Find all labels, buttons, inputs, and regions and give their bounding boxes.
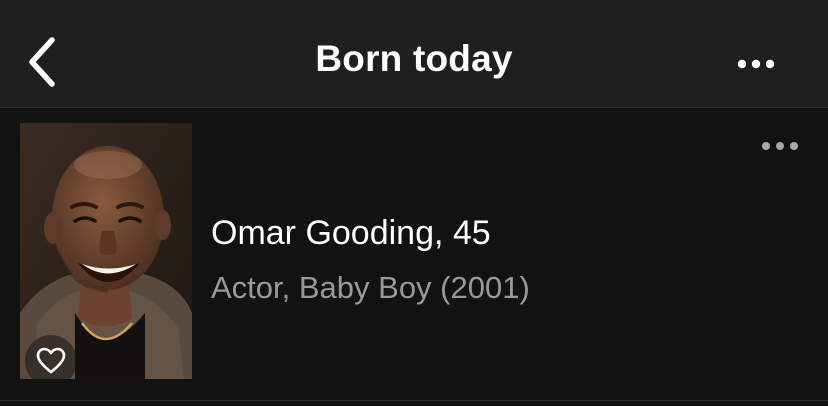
item-more-options-button[interactable] xyxy=(752,132,808,160)
list-item[interactable]: Omar Gooding, 45 Actor, Baby Boy (2001) xyxy=(0,108,828,394)
more-horizontal-icon xyxy=(762,142,798,150)
divider xyxy=(0,400,828,401)
born-today-screen: Born today Omar Gooding, 45 Actor, Baby … xyxy=(0,0,828,406)
more-horizontal-icon xyxy=(737,59,775,69)
page-title: Born today xyxy=(315,38,513,79)
person-known-for: Actor, Baby Boy (2001) xyxy=(211,270,530,305)
person-photo[interactable] xyxy=(20,123,192,379)
person-name[interactable]: Omar Gooding, 45 xyxy=(211,214,491,253)
more-options-button[interactable] xyxy=(728,44,784,84)
nav-header: Born today xyxy=(0,0,828,108)
heart-outline-icon xyxy=(36,347,66,374)
favorite-button[interactable] xyxy=(25,335,77,379)
